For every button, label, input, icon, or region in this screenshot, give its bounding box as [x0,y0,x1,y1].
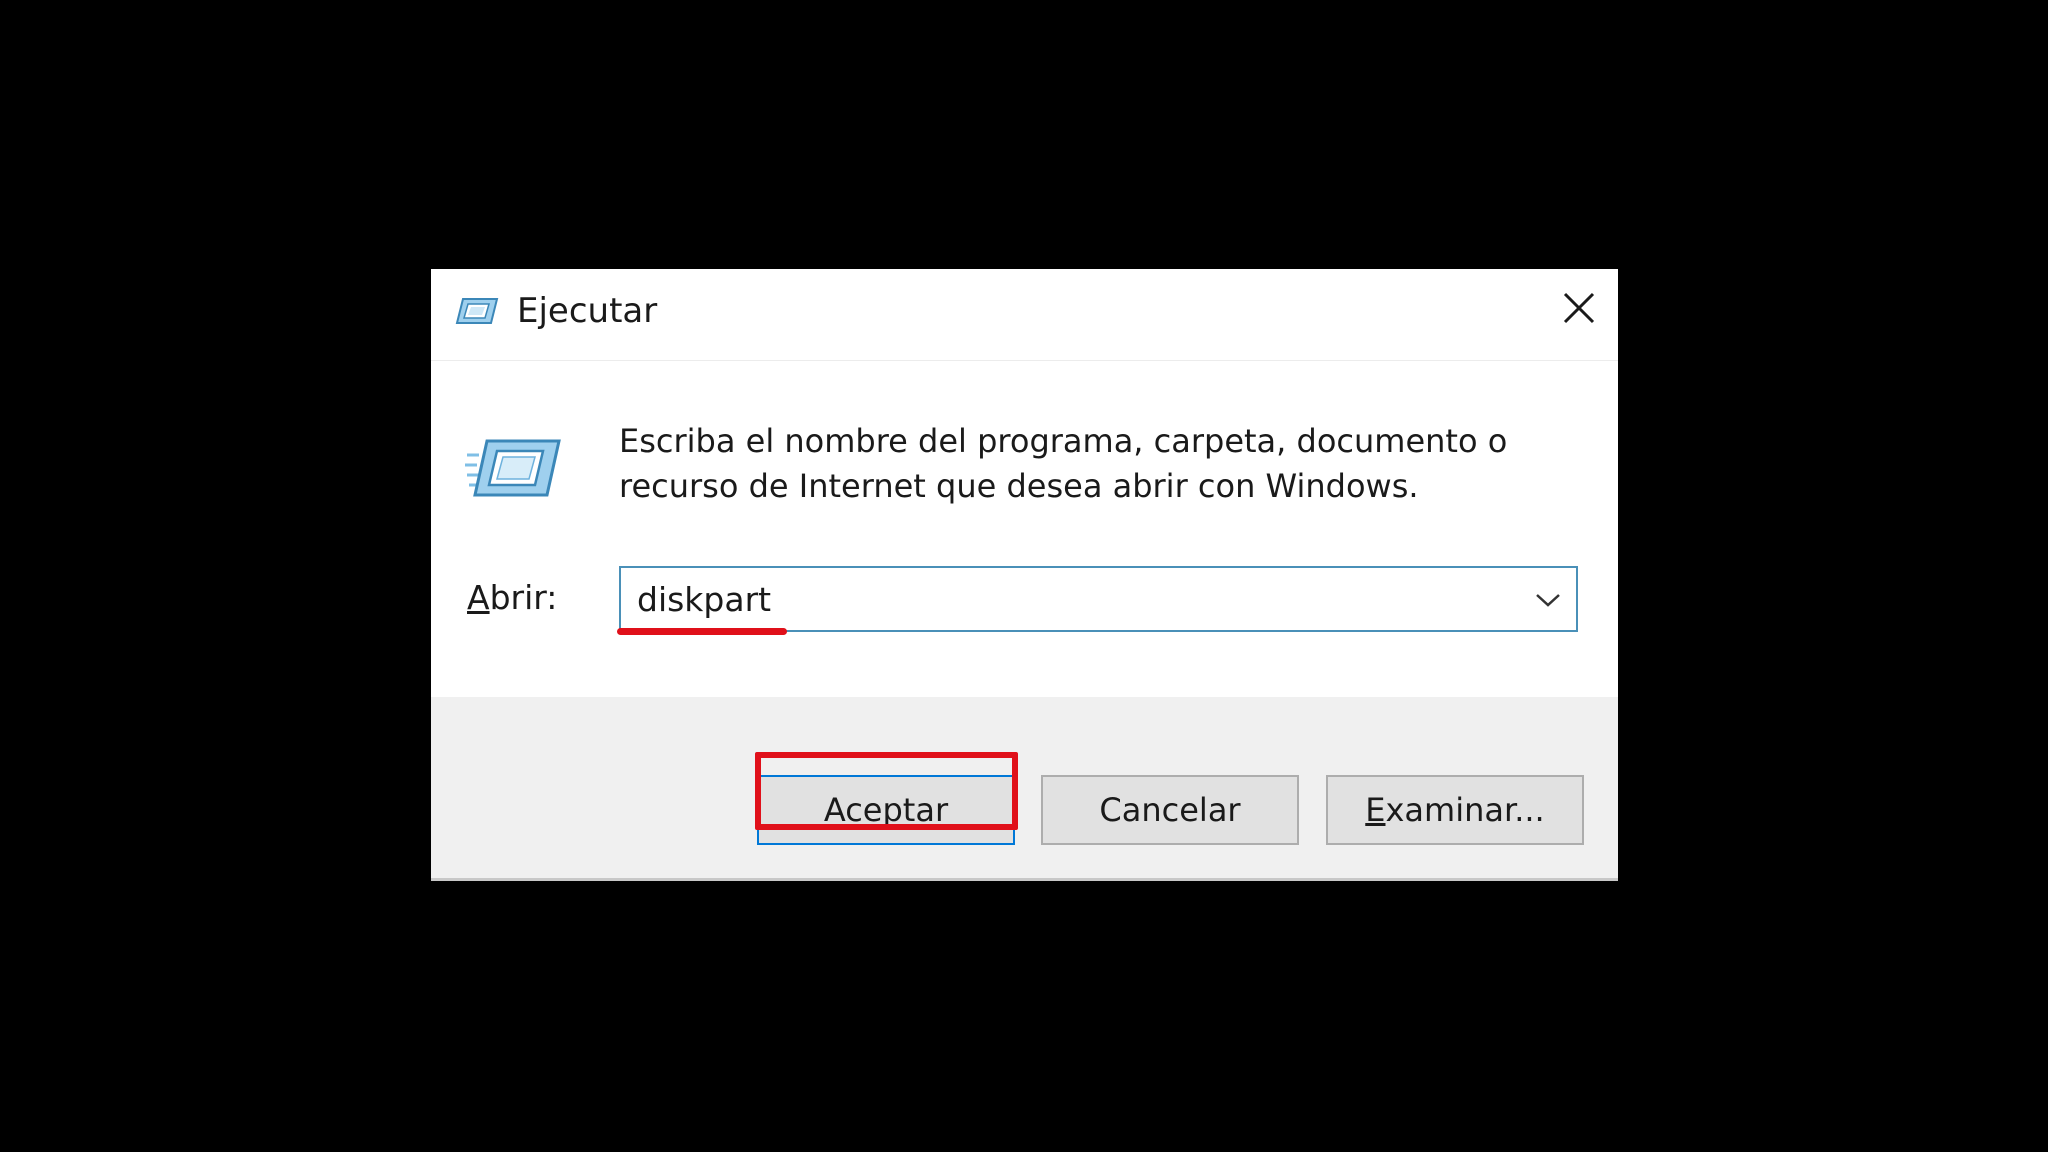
run-dialog: Ejecutar Escriba el nombre del programa,… [431,269,1618,881]
button-bar: Aceptar Cancelar Examinar... [431,697,1618,881]
chevron-down-icon [1536,594,1560,607]
cancel-button[interactable]: Cancelar [1041,775,1299,845]
run-icon [455,293,499,329]
accept-button[interactable]: Aceptar [757,775,1015,845]
open-input[interactable] [637,576,1497,622]
screen: Ejecutar Escriba el nombre del programa,… [0,0,2048,1152]
open-label-text: brir: [489,578,558,617]
open-label: Abrir: [467,578,557,618]
title-separator [431,360,1618,361]
browse-button[interactable]: Examinar... [1326,775,1584,845]
instruction-line-1: Escriba el nombre del programa, carpeta,… [619,422,1508,460]
close-icon [1563,292,1595,324]
annotation-underline [617,628,787,635]
window-title: Ejecutar [517,291,658,331]
run-icon [465,433,561,503]
open-combobox[interactable] [619,566,1578,632]
dropdown-button[interactable] [1528,580,1568,620]
title-bar[interactable]: Ejecutar [431,269,1618,360]
instruction-line-2: recurso de Internet que desea abrir con … [619,467,1419,505]
browse-accelerator: E [1365,791,1386,829]
instruction-text: Escriba el nombre del programa, carpeta,… [619,419,1579,509]
open-label-accelerator: A [467,578,490,617]
browse-label: xaminar... [1385,791,1545,829]
close-button[interactable] [1554,283,1604,333]
